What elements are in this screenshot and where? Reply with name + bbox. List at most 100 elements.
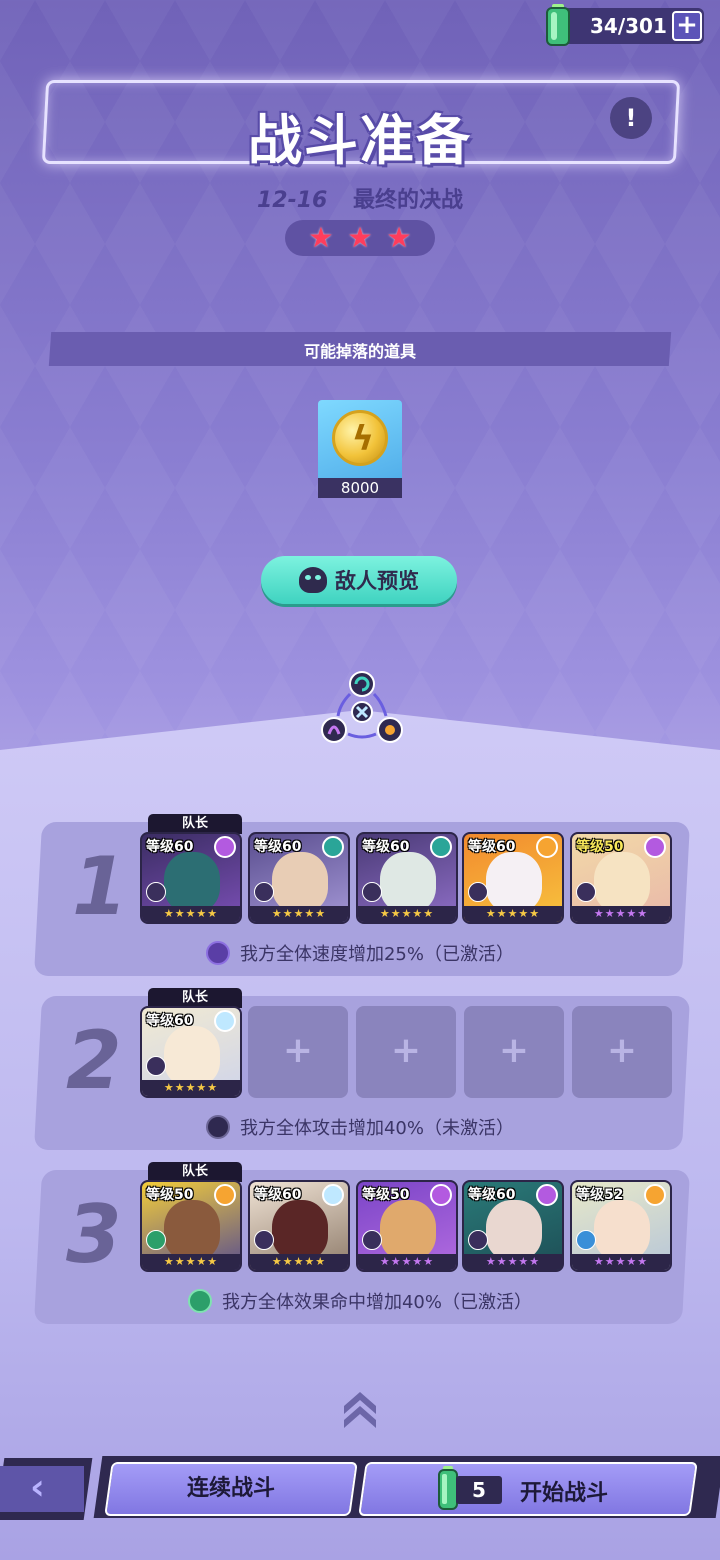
hero-stars: ★★★★★	[250, 1254, 348, 1270]
empty-hero-slot[interactable]: +	[248, 1006, 348, 1098]
hero-stars: ★★★★★	[464, 1254, 562, 1270]
captain-tag: 队长	[148, 814, 242, 834]
element-cycle-icon[interactable]	[320, 670, 404, 746]
hero-stars: ★★★★★	[464, 906, 562, 922]
hero-level: 等级60	[146, 1013, 194, 1029]
hero-stars: ★★★★★	[358, 906, 456, 922]
element-icon	[536, 836, 558, 858]
hero-slot[interactable]: 等级52 ★★★★★	[570, 1180, 672, 1272]
element-icon	[322, 836, 344, 858]
empty-hero-slot[interactable]: +	[572, 1006, 672, 1098]
class-icon	[576, 882, 596, 902]
team-bonus: 我方全体攻击增加40%（未激活）	[0, 1114, 720, 1140]
hero-stars: ★★★★★	[142, 906, 240, 922]
class-icon	[254, 882, 274, 902]
hero-level: 等级60	[468, 839, 516, 855]
hero-portrait	[380, 852, 436, 912]
hero-stars: ★★★★★	[142, 1254, 240, 1270]
element-icon	[214, 1184, 236, 1206]
empty-hero-slot[interactable]: +	[356, 1006, 456, 1098]
hero-portrait	[380, 1200, 436, 1260]
energy-count: 34/301	[590, 14, 667, 38]
hero-slot[interactable]: 等级50 ★★★★★	[140, 1180, 242, 1272]
hero-level: 等级60	[362, 839, 410, 855]
element-icon	[430, 1184, 452, 1206]
gold-coin-icon: ϟ	[332, 410, 388, 466]
enemy-preview-button[interactable]: 敌人预览	[261, 556, 457, 604]
class-icon	[146, 1230, 166, 1250]
lightning-icon: ϟ	[351, 419, 375, 459]
element-icon	[430, 836, 452, 858]
captain-tag: 队长	[148, 988, 242, 1008]
drop-count: 8000	[318, 478, 402, 498]
team-bonus: 我方全体效果命中增加40%（已激活）	[0, 1288, 720, 1314]
hero-slot[interactable]: 等级60 ★★★★★	[248, 1180, 350, 1272]
captain-tag: 队长	[148, 1162, 242, 1182]
star-icon: ★	[386, 221, 412, 254]
speed-bonus-icon	[205, 941, 230, 965]
hero-slot[interactable]: 等级50 ★★★★★	[570, 832, 672, 924]
team-bonus-text: 我方全体速度增加25%（已激活）	[239, 944, 514, 965]
hero-portrait	[164, 852, 220, 912]
element-icon	[536, 1184, 558, 1206]
hero-portrait	[486, 1200, 542, 1260]
class-icon	[146, 1056, 166, 1076]
hero-stars: ★★★★★	[572, 906, 670, 922]
element-icon	[644, 836, 666, 858]
hero-slot[interactable]: 等级60 ★★★★★	[462, 832, 564, 924]
drop-item-gold[interactable]: ϟ 8000	[318, 400, 402, 498]
hero-stars: ★★★★★	[250, 906, 348, 922]
hero-stars: ★★★★★	[142, 1080, 240, 1096]
hero-slot[interactable]: 等级60 ★★★★★	[140, 1006, 242, 1098]
continuous-battle-button[interactable]: 连续战斗	[104, 1462, 358, 1516]
hero-portrait	[164, 1200, 220, 1260]
class-icon	[146, 882, 166, 902]
class-icon	[254, 1230, 274, 1250]
hero-level: 等级60	[468, 1187, 516, 1203]
hero-portrait	[594, 1200, 650, 1260]
hero-slot[interactable]: 等级60 ★★★★★	[248, 832, 350, 924]
class-icon	[362, 882, 382, 902]
class-icon	[468, 882, 488, 902]
start-battle-label: 开始战斗	[520, 1481, 609, 1506]
accuracy-bonus-icon	[187, 1289, 212, 1313]
hero-slot[interactable]: 等级60 ★★★★★	[356, 832, 458, 924]
expand-up-icon[interactable]	[340, 1384, 380, 1428]
hero-portrait	[272, 852, 328, 912]
hero-portrait	[272, 1200, 328, 1260]
hero-portrait	[164, 1026, 220, 1086]
hero-level: 等级60	[254, 839, 302, 855]
hero-slot[interactable]: 等级60 ★★★★★	[462, 1180, 564, 1272]
enemy-skull-icon	[299, 567, 327, 593]
hero-level: 等级52	[576, 1187, 624, 1203]
element-icon	[214, 1010, 236, 1032]
star-icon: ★	[308, 221, 334, 254]
hero-stars: ★★★★★	[572, 1254, 670, 1270]
stage-number: 12-16	[256, 188, 328, 213]
empty-hero-slot[interactable]: +	[464, 1006, 564, 1098]
team-number: 1	[72, 840, 128, 933]
info-button[interactable]: !	[610, 97, 652, 139]
drops-label: 可能掉落的道具	[303, 342, 416, 361]
class-icon	[362, 1230, 382, 1250]
stage-stars: ★ ★ ★	[285, 220, 435, 256]
energy-resource-bar: 34/301 +	[546, 4, 704, 46]
class-icon	[576, 1230, 596, 1250]
element-icon	[322, 1184, 344, 1206]
back-button[interactable]: ‹	[0, 1466, 84, 1512]
hero-portrait	[594, 852, 650, 912]
start-battle-button[interactable]: 5 开始战斗	[358, 1462, 698, 1516]
element-icon	[644, 1184, 666, 1206]
hero-level: 等级60	[146, 839, 194, 855]
star-icon: ★	[347, 221, 373, 254]
stage-info: 12-16 最终的决战	[0, 182, 720, 214]
hero-slot[interactable]: 等级60 ★★★★★	[140, 832, 242, 924]
team-bonus: 我方全体速度增加25%（已激活）	[0, 940, 720, 966]
add-energy-button[interactable]: +	[672, 11, 702, 41]
team-bonus-text: 我方全体效果命中增加40%（已激活）	[221, 1292, 532, 1313]
hero-slot[interactable]: 等级50 ★★★★★	[356, 1180, 458, 1272]
continuous-battle-label: 连续战斗	[186, 1476, 275, 1501]
enemy-preview-label: 敌人预览	[335, 569, 419, 593]
hero-level: 等级50	[362, 1187, 410, 1203]
stage-name: 最终的决战	[353, 188, 464, 213]
